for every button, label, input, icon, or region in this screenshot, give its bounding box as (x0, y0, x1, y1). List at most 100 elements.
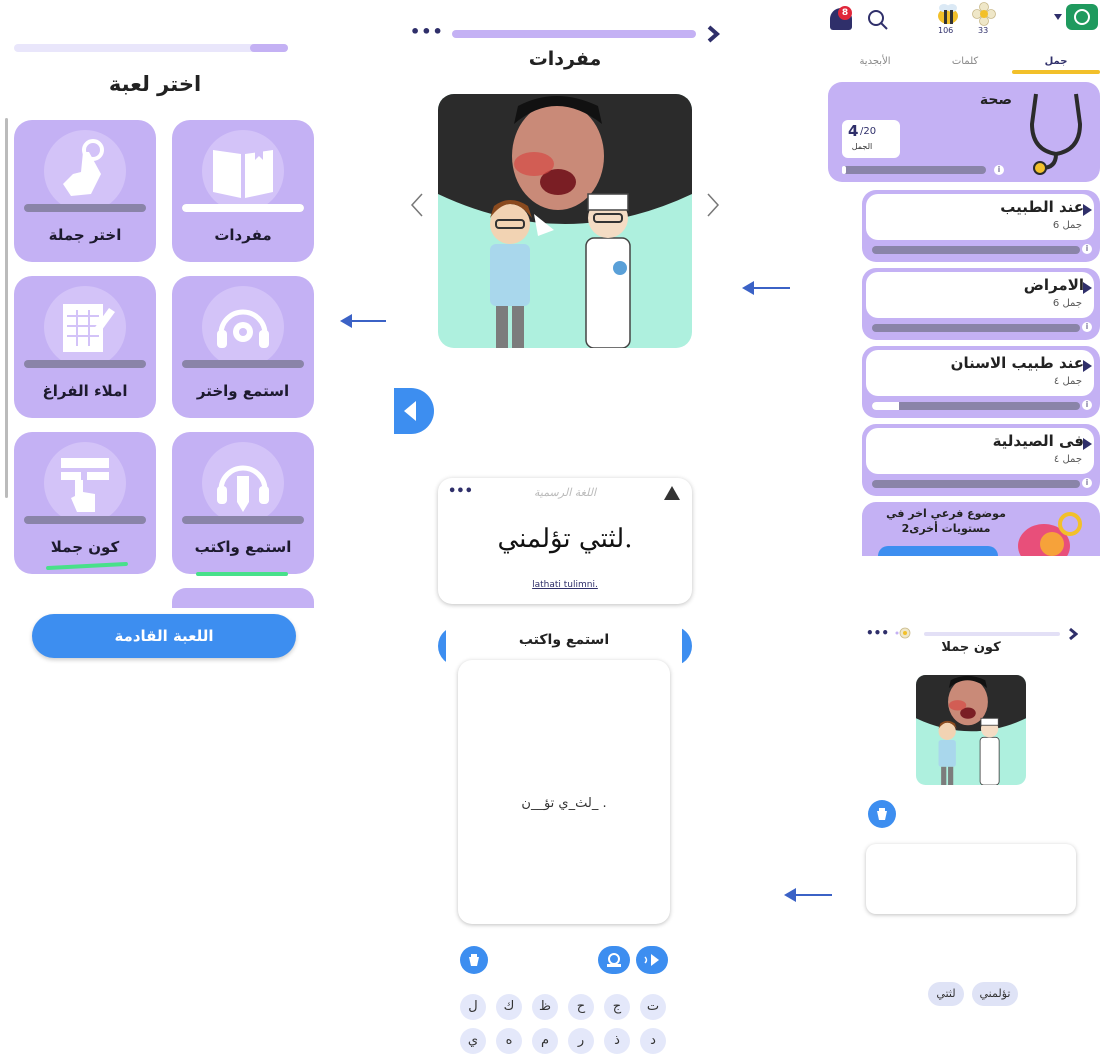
chevron-left-icon[interactable] (410, 192, 424, 218)
flower-count: 33 (978, 26, 989, 35)
headphones-icon (217, 309, 269, 348)
lesson-progress-track (924, 632, 1060, 636)
more-options-icon[interactable]: ••• (410, 22, 444, 41)
headphones-pencil-icon (217, 465, 269, 512)
key-ي[interactable]: ي (460, 1028, 486, 1054)
info-icon[interactable]: i (1082, 478, 1092, 488)
key-ل[interactable]: ل (460, 994, 486, 1020)
key-د[interactable]: د (640, 1028, 666, 1054)
speaker-icon (644, 954, 659, 966)
key-ر[interactable]: ر (568, 1028, 594, 1054)
search-icon[interactable] (866, 8, 890, 32)
sentence-answer-box[interactable] (866, 844, 1076, 914)
pot-icon (469, 954, 479, 966)
word-chip[interactable]: لثتي (928, 982, 964, 1006)
game-label: استمع واكتب (194, 538, 292, 556)
info-icon[interactable]: i (1082, 244, 1092, 254)
notification-badge: 8 (838, 6, 852, 20)
category-count-box: 4 /20 الجمل (842, 120, 900, 158)
key-م[interactable]: م (532, 1028, 558, 1054)
warning-icon[interactable] (664, 486, 680, 500)
tab-sentences[interactable]: جمل (1012, 56, 1100, 67)
category-progress-track (842, 166, 986, 174)
game-card-build-sentence[interactable]: كون جملا (14, 432, 156, 574)
build-sentence-icon (61, 458, 109, 512)
tab-words[interactable]: كلمات (930, 56, 1000, 67)
topic-subtitle: جمل 6 (1052, 298, 1082, 309)
topic-title: الامراض (1023, 276, 1084, 294)
topic-card[interactable]: فى الصيدلية جمل ٤ i (862, 424, 1100, 496)
key-ذ[interactable]: ذ (604, 1028, 630, 1054)
key-ه[interactable]: ه (496, 1028, 522, 1054)
topic-title: عند طبيب الاسنان (950, 354, 1084, 372)
tab-alphabet[interactable]: الأبجدية (840, 56, 910, 67)
game-card-choose-sentence[interactable]: اختر جملة (14, 120, 156, 262)
more-options-icon[interactable]: ••• (866, 626, 889, 640)
chevron-right-icon[interactable] (706, 192, 720, 218)
chevron-right-icon[interactable] (1068, 627, 1078, 641)
key-ج[interactable]: ج (604, 994, 630, 1020)
arabic-sentence: لثتي تؤلمني. (497, 524, 633, 554)
listen-write-title: استمع واكتب (518, 632, 610, 648)
category-card[interactable]: صحة 4 /20 الجمل i (828, 82, 1100, 182)
game-progress-bar (24, 360, 146, 368)
key-ح[interactable]: ح (568, 994, 594, 1020)
topic-card-body: عند طبيب الاسنان جمل ٤ (866, 350, 1094, 396)
dental-pain-illustration (916, 675, 1026, 785)
flow-arrow (340, 314, 386, 328)
brain-gear-icon (1018, 512, 1082, 556)
word-chip[interactable]: تؤلمني (972, 982, 1018, 1006)
sentence-card: ••• اللغة الرسمية لثتي تؤلمني. lathati t… (438, 478, 692, 604)
tap-hand-icon (63, 139, 104, 196)
profile-badge-inner (1074, 9, 1090, 25)
info-icon[interactable]: i (1082, 400, 1092, 410)
topic-subtitle: جمل ٤ (1053, 454, 1082, 465)
topic-card[interactable]: الامراض جمل 6 i (862, 268, 1100, 340)
topic-card[interactable]: عند طبيب الاسنان جمل ٤ i (862, 346, 1100, 418)
topic-title: فى الصيدلية (992, 432, 1084, 450)
key-ظ[interactable]: ظ (532, 994, 558, 1020)
panel-scrollbar[interactable] (5, 118, 8, 498)
build-sentence-title: كون جملا (941, 640, 1001, 655)
next-game-button[interactable]: اللعبة القادمة (32, 614, 296, 658)
game-progress-bar (24, 204, 146, 212)
highlight-underline (196, 572, 288, 576)
game-progress-bar (182, 204, 304, 212)
game-card-fill-blank[interactable]: املاء الفراغ (14, 276, 156, 418)
flow-arrow (784, 888, 832, 902)
fill-blank-prompt: لث_ي تؤ__ن_ . (521, 796, 607, 811)
info-icon[interactable]: i (994, 165, 1004, 175)
game-card-vocabulary[interactable]: مفردات (172, 120, 314, 262)
flower-icon (972, 2, 996, 26)
promo-card[interactable]: موضوع فرعي اخر في مستويات أخرى2 (862, 502, 1100, 556)
chevron-right-icon[interactable] (706, 25, 720, 43)
topic-card[interactable]: عند الطبيب جمل 6 i (862, 190, 1100, 262)
game-label: مفردات (214, 226, 272, 244)
book-icon (213, 148, 273, 198)
transliteration: lathati tulimni. (532, 580, 598, 590)
game-card-listen-write[interactable]: استمع واكتب (172, 432, 314, 574)
game-label: استمع واختر (196, 382, 290, 400)
more-options-icon[interactable]: ••• (448, 484, 473, 499)
vocab-title: مفردات (528, 48, 602, 70)
category-count: 4 (848, 122, 859, 140)
category-total: /20 (860, 126, 877, 137)
play-icon (1083, 360, 1092, 372)
key-ك[interactable]: ك (496, 994, 522, 1020)
topic-progress-track (872, 246, 1080, 254)
promo-button[interactable] (878, 546, 998, 556)
profile-badge-icon[interactable] (1066, 4, 1098, 30)
play-icon (1083, 282, 1092, 294)
key-ت[interactable]: ت (640, 994, 666, 1020)
topic-subtitle: جمل ٤ (1053, 376, 1082, 387)
game-card-partial[interactable] (172, 588, 314, 608)
play-icon (1083, 438, 1092, 450)
choose-game-title: اختر لعبة (108, 72, 202, 96)
promo-text: موضوع فرعي اخر في مستويات أخرى2 (886, 507, 1006, 535)
category-title: صحة (979, 92, 1012, 108)
info-icon[interactable]: i (1082, 322, 1092, 332)
topic-progress-fill (872, 402, 900, 410)
answer-box[interactable]: لث_ي تؤ__ن_ . (458, 660, 670, 924)
game-card-listen-choose[interactable]: استمع واختر (172, 276, 314, 418)
chevron-down-icon[interactable] (1054, 14, 1062, 20)
